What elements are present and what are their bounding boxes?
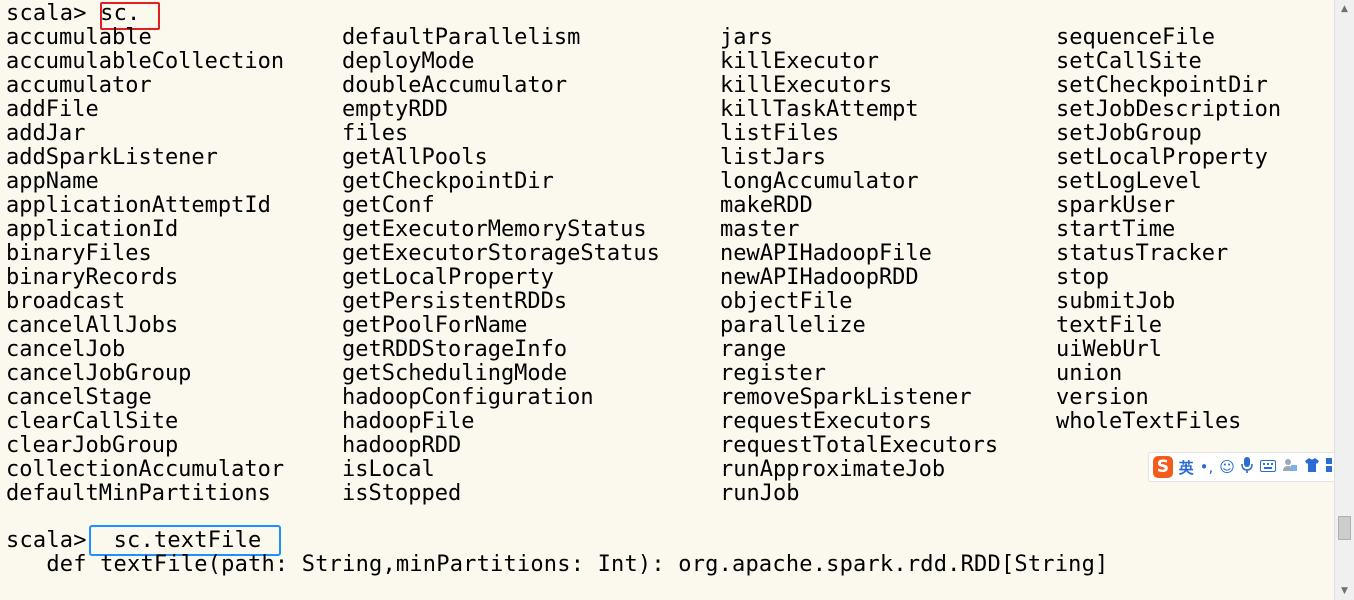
completion-item: deployMode [342, 49, 475, 74]
completion-item: uiWebUrl [1056, 337, 1162, 362]
scroll-down-arrow-icon[interactable]: ▼ [1335, 582, 1354, 600]
completion-item: binaryRecords [6, 265, 179, 290]
completion-item: runApproximateJob [720, 457, 946, 482]
completion-item: cancelJob [6, 337, 126, 362]
completion-item: requestTotalExecutors [720, 433, 999, 458]
completion-item: setJobDescription [1056, 97, 1282, 122]
completion-item: addJar [6, 121, 86, 146]
completion-item: applicationId [6, 217, 179, 242]
completion-item: getAllPools [342, 145, 488, 170]
completion-item: getExecutorStorageStatus [342, 241, 660, 266]
completion-item: newAPIHadoopRDD [720, 265, 919, 290]
completion-item: setCallSite [1056, 49, 1202, 74]
completion-item: cancelJobGroup [6, 361, 192, 386]
completion-item: listJars [720, 145, 826, 170]
completion-item: jars [720, 25, 773, 50]
scroll-up-arrow-icon[interactable]: ▲ [1335, 0, 1354, 18]
completion-item: accumulator [6, 73, 152, 98]
completion-item: files [342, 121, 409, 146]
user-icon[interactable] [1282, 457, 1298, 477]
completion-item: collectionAccumulator [6, 457, 285, 482]
method-signature: def textFile(path: String,minPartitions:… [6, 552, 1109, 577]
completion-item: killTaskAttempt [720, 97, 919, 122]
completion-item: objectFile [720, 289, 853, 314]
completion-item: master [720, 217, 800, 242]
punctuation-icon[interactable]: •, [1200, 458, 1214, 476]
completion-item: stop [1056, 265, 1109, 290]
completion-item: clearCallSite [6, 409, 179, 434]
scrollbar-thumb[interactable] [1338, 516, 1351, 540]
completion-item: runJob [720, 481, 800, 506]
language-toggle[interactable]: 英 [1179, 457, 1194, 478]
completion-item: getPersistentRDDs [342, 289, 568, 314]
completion-item: setLocalProperty [1056, 145, 1268, 170]
ime-toolbar[interactable]: S 英 •, ☺ [1148, 452, 1341, 482]
prompt-label: scala> [6, 528, 101, 553]
completion-item: getExecutorMemoryStatus [342, 217, 647, 242]
prompt-label: scala> [6, 1, 101, 26]
completion-item: isLocal [342, 457, 435, 482]
completion-item: getPoolForName [342, 313, 528, 338]
shirt-icon[interactable] [1304, 458, 1320, 476]
completion-item: makeRDD [720, 193, 813, 218]
completion-item: addSparkListener [6, 145, 218, 170]
completion-item: accumulable [6, 25, 152, 50]
completion-item: removeSparkListener [720, 385, 972, 410]
completion-item: cancelStage [6, 385, 152, 410]
completion-item: appName [6, 169, 99, 194]
completion-item: statusTracker [1056, 241, 1229, 266]
completion-item: sequenceFile [1056, 25, 1215, 50]
completion-item: sparkUser [1056, 193, 1176, 218]
completion-item: getSchedulingMode [342, 361, 568, 386]
completion-item: binaryFiles [6, 241, 152, 266]
completion-item: doubleAccumulator [342, 73, 568, 98]
completion-item: textFile [1056, 313, 1162, 338]
completion-item: broadcast [6, 289, 126, 314]
microphone-icon[interactable] [1241, 457, 1254, 477]
completion-item: clearJobGroup [6, 433, 179, 458]
emoji-icon[interactable]: ☺ [1219, 458, 1235, 476]
completion-item: defaultParallelism [342, 25, 581, 50]
completion-item: newAPIHadoopFile [720, 241, 932, 266]
completion-item: hadoopConfiguration [342, 385, 594, 410]
completion-item: applicationAttemptId [6, 193, 271, 218]
completion-item: isStopped [342, 481, 462, 506]
sogou-logo-icon[interactable]: S [1153, 456, 1173, 478]
completion-item: hadoopFile [342, 409, 475, 434]
completion-item: submitJob [1056, 289, 1176, 314]
completion-item: emptyRDD [342, 97, 448, 122]
completion-item: version [1056, 385, 1149, 410]
completion-item: register [720, 361, 826, 386]
completion-item: accumulableCollection [6, 49, 285, 74]
completion-item: getLocalProperty [342, 265, 554, 290]
completion-item: defaultMinPartitions [6, 481, 271, 506]
completion-item: getRDDStorageInfo [342, 337, 568, 362]
completion-item: setLogLevel [1056, 169, 1202, 194]
terminal-window[interactable]: scala> sc. accumulable accumulableCollect… [0, 0, 1341, 600]
keyboard-icon[interactable] [1260, 458, 1276, 476]
completion-item: longAccumulator [720, 169, 919, 194]
completion-item: wholeTextFiles [1056, 409, 1242, 434]
completion-item: killExecutors [720, 73, 893, 98]
completion-item: startTime [1056, 217, 1176, 242]
completion-item: getCheckpointDir [342, 169, 554, 194]
completion-item: listFiles [720, 121, 840, 146]
completion-item: getConf [342, 193, 435, 218]
completion-item: setCheckpointDir [1056, 73, 1268, 98]
completion-item: range [720, 337, 787, 362]
completion-item: cancelAllJobs [6, 313, 179, 338]
completion-item: addFile [6, 97, 99, 122]
completion-item: setJobGroup [1056, 121, 1202, 146]
completion-item: hadoopRDD [342, 433, 462, 458]
vertical-scrollbar[interactable]: ▲ ▼ [1334, 0, 1354, 600]
completion-item: parallelize [720, 313, 866, 338]
completion-item: union [1056, 361, 1123, 386]
completion-item: requestExecutors [720, 409, 932, 434]
completion-item: killExecutor [720, 49, 879, 74]
